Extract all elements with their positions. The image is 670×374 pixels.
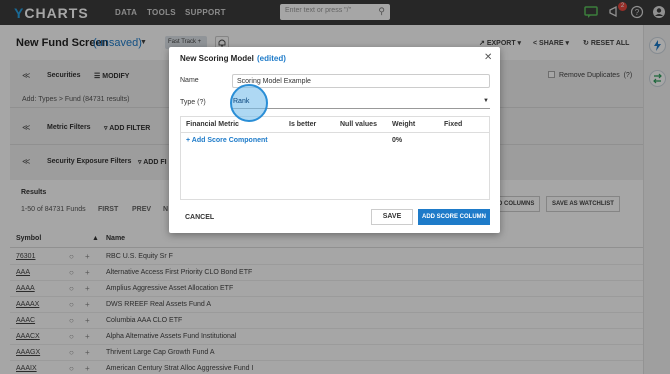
weight-total: 0%	[392, 137, 403, 144]
scoring-model-dialog: New Scoring Model (edited) ✕ Name Scorin…	[169, 47, 500, 233]
header-divider	[181, 132, 489, 133]
null-values-header: Null values	[340, 121, 377, 128]
fixed-header: Fixed	[444, 121, 463, 128]
financial-metric-header: Financial Metric	[186, 121, 239, 128]
dropdown-arrow-icon: ▼	[483, 98, 489, 104]
save-button[interactable]: SAVE	[371, 209, 413, 225]
name-label: Name	[180, 77, 199, 84]
is-better-header: Is better	[289, 121, 317, 128]
add-score-column-button[interactable]: ADD SCORE COLUMN	[418, 209, 490, 225]
add-score-component-link[interactable]: + Add Score Component	[186, 137, 268, 144]
weight-header: Weight	[392, 121, 416, 128]
model-name-field[interactable]: Scoring Model Example	[232, 74, 490, 88]
rank-option-highlight: Rank	[233, 98, 250, 105]
type-select[interactable]: Rank ▼	[232, 95, 490, 109]
type-label: Type (?)	[180, 99, 206, 106]
cancel-button[interactable]: CANCEL	[185, 214, 214, 221]
edited-status: (edited)	[257, 54, 286, 63]
close-icon[interactable]: ✕	[484, 52, 492, 63]
dialog-title: New Scoring Model	[180, 54, 254, 63]
type-help-icon[interactable]: (?)	[197, 99, 206, 106]
score-components-table: Financial Metric Is better Null values W…	[180, 116, 490, 200]
